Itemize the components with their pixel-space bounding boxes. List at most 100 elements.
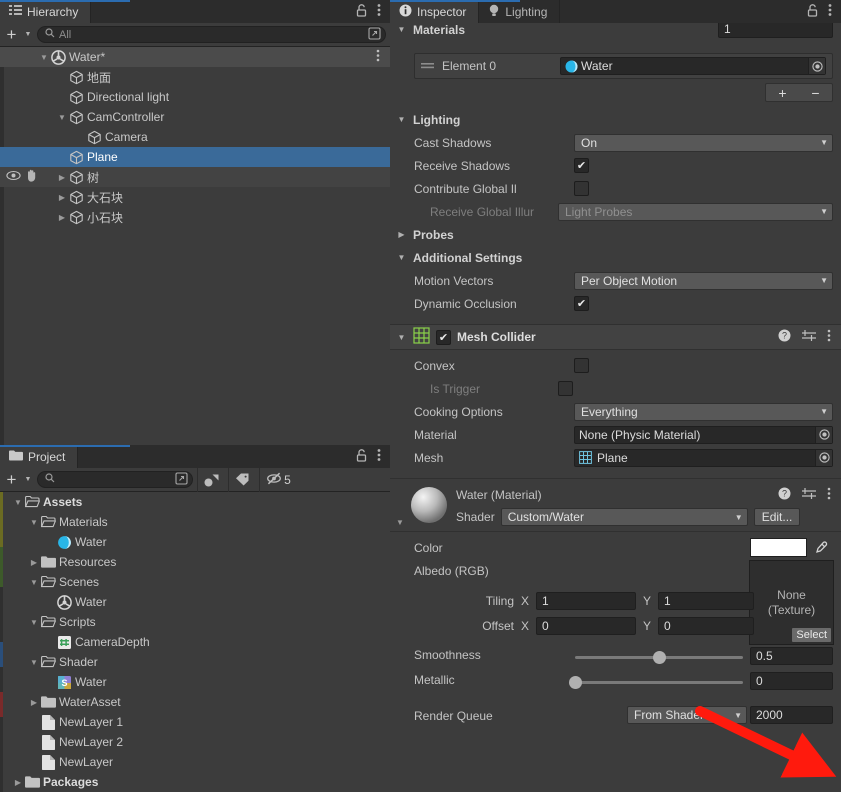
shader-dropdown[interactable]: Custom/Water ▼	[500, 508, 748, 526]
materials-size-field[interactable]: 1	[718, 23, 833, 38]
render-queue-field[interactable]: 2000	[750, 706, 833, 724]
shader-edit-button[interactable]: Edit...	[753, 508, 801, 526]
foldout-right-icon[interactable]: ▶	[12, 772, 24, 792]
lighting-0-dropdown[interactable]: On ▼	[574, 133, 833, 152]
additional-settings-header[interactable]: ▼ Additional Settings	[390, 246, 841, 269]
eyedropper-icon[interactable]	[808, 538, 833, 557]
hidden-packages-toggle[interactable]: 5	[259, 467, 297, 492]
hierarchy-row-6[interactable]: ▶ 树	[0, 167, 390, 187]
help-icon[interactable]: ?	[778, 487, 791, 503]
additional_settings-0-dropdown[interactable]: Per Object Motion ▼	[574, 271, 833, 290]
project-row-1[interactable]: ▼ Materials	[0, 512, 390, 532]
mesh_collider-3-objectfield[interactable]: None (Physic Material)	[574, 425, 833, 444]
drag-handle-icon[interactable]	[421, 59, 434, 73]
foldout-right-icon[interactable]: ▶	[396, 230, 407, 239]
tab-project[interactable]: Project	[0, 445, 79, 468]
smoothness-field[interactable]: 0.5	[750, 647, 833, 665]
mesh_collider-0-checkbox[interactable]	[574, 358, 589, 373]
hierarchy-search-input[interactable]: All	[37, 26, 386, 43]
lighting-2-checkbox[interactable]	[574, 181, 589, 196]
hierarchy-row-8[interactable]: ▶ 小石块	[0, 207, 390, 227]
project-row-2[interactable]: Water	[0, 532, 390, 552]
foldout-down-icon[interactable]: ▼	[12, 492, 24, 512]
foldout-right-icon[interactable]: ▶	[28, 692, 40, 712]
pickability-hand-icon[interactable]	[25, 169, 38, 185]
tab-hierarchy[interactable]: Hierarchy	[0, 0, 92, 23]
kebab-menu-icon[interactable]	[827, 329, 831, 345]
foldout-down-icon[interactable]: ▼	[396, 333, 407, 342]
kebab-menu-icon[interactable]	[828, 3, 832, 20]
kebab-menu-icon[interactable]	[376, 49, 390, 65]
hierarchy-tree[interactable]: ▼ Water* 地面 Directional light ▼ CamContr…	[0, 47, 390, 445]
project-row-5[interactable]: Water	[0, 592, 390, 612]
materials-element-row[interactable]: Element 0 Water	[414, 53, 833, 79]
hierarchy-row-7[interactable]: ▶ 大石块	[0, 187, 390, 207]
foldout-down-icon[interactable]: ▼	[396, 25, 407, 34]
metallic-field[interactable]: 0	[750, 672, 833, 690]
project-row-6[interactable]: ▼ Scripts	[0, 612, 390, 632]
kebab-menu-icon[interactable]	[377, 448, 381, 465]
offset-x-field[interactable]: 0	[536, 617, 636, 635]
lock-icon[interactable]	[356, 448, 367, 465]
materials-element-objectfield[interactable]: Water	[560, 57, 826, 75]
hierarchy-row-1[interactable]: 地面	[0, 67, 390, 87]
foldout-down-icon[interactable]: ▼	[28, 572, 40, 592]
kebab-menu-icon[interactable]	[377, 3, 381, 20]
object-picker-icon[interactable]	[815, 449, 832, 466]
metallic-slider[interactable]	[569, 676, 743, 689]
preset-icon[interactable]	[802, 329, 816, 345]
metallic-slider-knob[interactable]	[569, 676, 582, 689]
materials-header[interactable]: ▼ Materials	[390, 23, 466, 41]
eye-visibility-icon[interactable]	[6, 170, 21, 184]
color-swatch[interactable]	[750, 538, 807, 557]
hierarchy-row-0[interactable]: ▼ Water*	[0, 47, 390, 67]
mesh_collider-4-objectfield[interactable]: Plane	[574, 448, 833, 467]
additional_settings-1-checkbox[interactable]: ✔	[574, 296, 589, 311]
foldout-down-icon[interactable]: ▼	[28, 652, 40, 672]
lock-icon[interactable]	[807, 3, 818, 20]
hierarchy-row-4[interactable]: Camera	[0, 127, 390, 147]
hierarchy-row-5[interactable]: Plane	[0, 147, 390, 167]
search-expand-icon[interactable]	[175, 471, 188, 488]
lighting-1-checkbox[interactable]: ✔	[574, 158, 589, 173]
probes-header[interactable]: ▶ Probes	[390, 223, 841, 246]
foldout-down-icon[interactable]: ▼	[396, 253, 407, 262]
lighting-header[interactable]: ▼ Lighting	[390, 108, 841, 131]
mesh-collider-header[interactable]: ▼ ✔ Mesh Collider ?	[390, 324, 841, 350]
mesh_collider-2-dropdown[interactable]: Everything ▼	[574, 402, 833, 421]
foldout-right-icon[interactable]: ▶	[56, 187, 68, 207]
tab-inspector[interactable]: Inspector	[390, 0, 480, 23]
tiling-y-field[interactable]: 1	[658, 592, 754, 610]
project-tree[interactable]: ▼ Assets ▼ Materials Water ▶ Resources ▼…	[0, 492, 390, 792]
hierarchy-row-2[interactable]: Directional light	[0, 87, 390, 107]
offset-y-field[interactable]: 0	[658, 617, 754, 635]
lighting-3-dropdown[interactable]: Light Probes ▼	[558, 202, 833, 221]
foldout-down-icon[interactable]: ▼	[28, 612, 40, 632]
project-row-7[interactable]: CameraDepth	[0, 632, 390, 652]
project-search-input[interactable]	[37, 471, 193, 488]
tab-lighting[interactable]: Lighting	[479, 0, 561, 23]
foldout-down-icon[interactable]: ▼	[56, 107, 68, 127]
project-row-11[interactable]: NewLayer 1	[0, 712, 390, 732]
help-icon[interactable]: ?	[778, 329, 791, 345]
materials-add-button[interactable]: +	[766, 84, 799, 101]
lock-icon[interactable]	[356, 3, 367, 20]
foldout-right-icon[interactable]: ▶	[28, 552, 40, 572]
object-picker-icon[interactable]	[815, 426, 832, 443]
project-row-4[interactable]: ▼ Scenes	[0, 572, 390, 592]
project-row-3[interactable]: ▶ Resources	[0, 552, 390, 572]
hierarchy-row-3[interactable]: ▼ CamController	[0, 107, 390, 127]
material-foldout-icon[interactable]: ▼	[396, 518, 404, 527]
project-row-9[interactable]: S Water	[0, 672, 390, 692]
chevron-down-icon[interactable]: ▼	[23, 471, 33, 488]
tiling-x-field[interactable]: 1	[536, 592, 636, 610]
project-row-14[interactable]: ▶ Packages	[0, 772, 390, 792]
inspector-content[interactable]: ▼ Materials 1 Element 0 Water + − ▼ Ligh…	[390, 23, 841, 792]
materials-remove-button[interactable]: −	[799, 84, 832, 101]
chevron-down-icon[interactable]: ▼	[23, 26, 33, 43]
foldout-right-icon[interactable]: ▶	[56, 207, 68, 227]
smoothness-slider-knob[interactable]	[653, 651, 666, 664]
project-row-13[interactable]: NewLayer	[0, 752, 390, 772]
foldout-down-icon[interactable]: ▼	[38, 47, 50, 67]
tag-filter-icon[interactable]	[228, 467, 255, 492]
